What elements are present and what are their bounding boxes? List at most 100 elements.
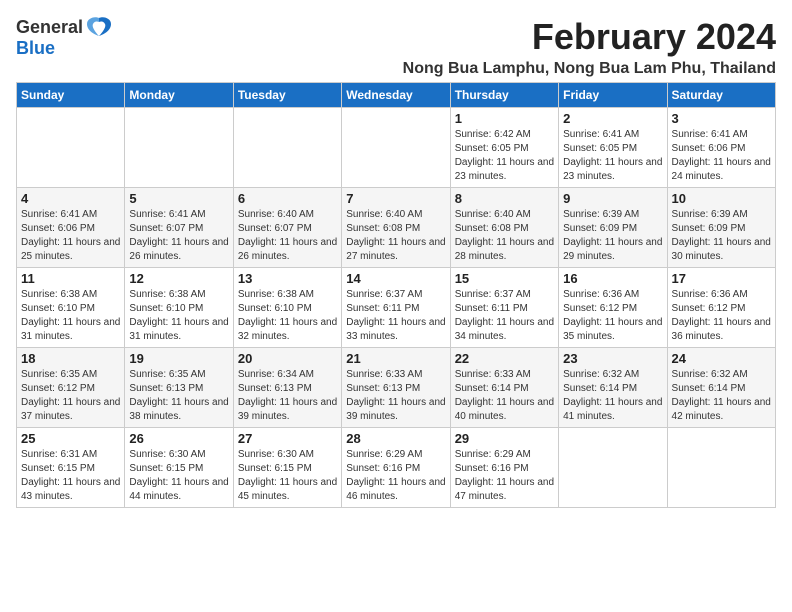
day-number: 24 bbox=[672, 351, 771, 366]
cell-content: 17 Sunrise: 6:36 AM Sunset: 6:12 PM Dayli… bbox=[672, 271, 771, 344]
day-number: 4 bbox=[21, 191, 120, 206]
cell-detail: Sunrise: 6:35 AM Sunset: 6:12 PM Dayligh… bbox=[21, 368, 120, 424]
cell-detail: Sunrise: 6:41 AM Sunset: 6:07 PM Dayligh… bbox=[129, 208, 228, 264]
day-number: 7 bbox=[346, 191, 445, 206]
calendar-cell: 10 Sunrise: 6:39 AM Sunset: 6:09 PM Dayli… bbox=[667, 188, 775, 268]
cell-content: 13Sunrise: 6:38 AM Sunset: 6:10 PM Dayli… bbox=[238, 271, 337, 344]
cell-detail: Sunrise: 6:34 AM Sunset: 6:13 PM Dayligh… bbox=[238, 368, 337, 424]
cell-content: 23 Sunrise: 6:32 AM Sunset: 6:14 PM Dayli… bbox=[563, 351, 662, 424]
cell-content: 20 Sunrise: 6:34 AM Sunset: 6:13 PM Dayli… bbox=[238, 351, 337, 424]
calendar-cell bbox=[559, 428, 667, 508]
calendar-cell: 8Sunrise: 6:40 AM Sunset: 6:08 PM Daylig… bbox=[450, 188, 558, 268]
weekday-header-wednesday: Wednesday bbox=[342, 83, 450, 108]
cell-content: 7 Sunrise: 6:40 AM Sunset: 6:08 PM Daylig… bbox=[346, 191, 445, 264]
calendar-cell: 7 Sunrise: 6:40 AM Sunset: 6:08 PM Daylig… bbox=[342, 188, 450, 268]
day-number: 2 bbox=[563, 111, 662, 126]
cell-content: 6 Sunrise: 6:40 AM Sunset: 6:07 PM Daylig… bbox=[238, 191, 337, 264]
cell-content: 1 Sunrise: 6:42 AM Sunset: 6:05 PM Daylig… bbox=[455, 111, 554, 184]
cell-content: 9 Sunrise: 6:39 AM Sunset: 6:09 PM Daylig… bbox=[563, 191, 662, 264]
day-number: 25 bbox=[21, 431, 120, 446]
day-number: 16 bbox=[563, 271, 662, 286]
cell-content: 27Sunrise: 6:30 AM Sunset: 6:15 PM Dayli… bbox=[238, 431, 337, 504]
cell-detail: Sunrise: 6:30 AM Sunset: 6:15 PM Dayligh… bbox=[129, 448, 228, 504]
weekday-header-row: SundayMondayTuesdayWednesdayThursdayFrid… bbox=[17, 83, 776, 108]
cell-detail: Sunrise: 6:40 AM Sunset: 6:08 PM Dayligh… bbox=[346, 208, 445, 264]
cell-content: 22Sunrise: 6:33 AM Sunset: 6:14 PM Dayli… bbox=[455, 351, 554, 424]
calendar-cell bbox=[233, 108, 341, 188]
weekday-header-saturday: Saturday bbox=[667, 83, 775, 108]
logo-bird-icon bbox=[85, 16, 113, 38]
day-number: 20 bbox=[238, 351, 337, 366]
cell-detail: Sunrise: 6:38 AM Sunset: 6:10 PM Dayligh… bbox=[129, 288, 228, 344]
calendar-cell: 24 Sunrise: 6:32 AM Sunset: 6:14 PM Dayli… bbox=[667, 348, 775, 428]
cell-detail: Sunrise: 6:30 AM Sunset: 6:15 PM Dayligh… bbox=[238, 448, 337, 504]
calendar-cell: 6 Sunrise: 6:40 AM Sunset: 6:07 PM Daylig… bbox=[233, 188, 341, 268]
cell-detail: Sunrise: 6:33 AM Sunset: 6:14 PM Dayligh… bbox=[455, 368, 554, 424]
cell-content: 14Sunrise: 6:37 AM Sunset: 6:11 PM Dayli… bbox=[346, 271, 445, 344]
day-number: 17 bbox=[672, 271, 771, 286]
cell-detail: Sunrise: 6:29 AM Sunset: 6:16 PM Dayligh… bbox=[346, 448, 445, 504]
cell-content: 2Sunrise: 6:41 AM Sunset: 6:05 PM Daylig… bbox=[563, 111, 662, 184]
day-number: 10 bbox=[672, 191, 771, 206]
calendar-cell: 18Sunrise: 6:35 AM Sunset: 6:12 PM Dayli… bbox=[17, 348, 125, 428]
day-number: 9 bbox=[563, 191, 662, 206]
weekday-header-tuesday: Tuesday bbox=[233, 83, 341, 108]
cell-content: 24 Sunrise: 6:32 AM Sunset: 6:14 PM Dayli… bbox=[672, 351, 771, 424]
day-number: 6 bbox=[238, 191, 337, 206]
day-number: 23 bbox=[563, 351, 662, 366]
cell-detail: Sunrise: 6:42 AM Sunset: 6:05 PM Dayligh… bbox=[455, 128, 554, 184]
day-number: 12 bbox=[129, 271, 228, 286]
cell-detail: Sunrise: 6:32 AM Sunset: 6:14 PM Dayligh… bbox=[563, 368, 662, 424]
cell-content: 16Sunrise: 6:36 AM Sunset: 6:12 PM Dayli… bbox=[563, 271, 662, 344]
calendar-cell: 13Sunrise: 6:38 AM Sunset: 6:10 PM Dayli… bbox=[233, 268, 341, 348]
day-number: 21 bbox=[346, 351, 445, 366]
cell-content: 21 Sunrise: 6:33 AM Sunset: 6:13 PM Dayli… bbox=[346, 351, 445, 424]
calendar-cell: 22Sunrise: 6:33 AM Sunset: 6:14 PM Dayli… bbox=[450, 348, 558, 428]
logo-blue: Blue bbox=[16, 38, 55, 59]
calendar-cell: 27Sunrise: 6:30 AM Sunset: 6:15 PM Dayli… bbox=[233, 428, 341, 508]
day-number: 26 bbox=[129, 431, 228, 446]
sub-title: Nong Bua Lamphu, Nong Bua Lam Phu, Thail… bbox=[113, 60, 776, 78]
logo: General Blue bbox=[16, 16, 113, 59]
cell-detail: Sunrise: 6:33 AM Sunset: 6:13 PM Dayligh… bbox=[346, 368, 445, 424]
cell-detail: Sunrise: 6:40 AM Sunset: 6:07 PM Dayligh… bbox=[238, 208, 337, 264]
calendar-cell: 17 Sunrise: 6:36 AM Sunset: 6:12 PM Dayli… bbox=[667, 268, 775, 348]
day-number: 19 bbox=[129, 351, 228, 366]
cell-detail: Sunrise: 6:41 AM Sunset: 6:06 PM Dayligh… bbox=[21, 208, 120, 264]
calendar-cell: 4 Sunrise: 6:41 AM Sunset: 6:06 PM Daylig… bbox=[17, 188, 125, 268]
cell-detail: Sunrise: 6:32 AM Sunset: 6:14 PM Dayligh… bbox=[672, 368, 771, 424]
cell-detail: Sunrise: 6:35 AM Sunset: 6:13 PM Dayligh… bbox=[129, 368, 228, 424]
cell-detail: Sunrise: 6:40 AM Sunset: 6:08 PM Dayligh… bbox=[455, 208, 554, 264]
day-number: 3 bbox=[672, 111, 771, 126]
cell-detail: Sunrise: 6:37 AM Sunset: 6:11 PM Dayligh… bbox=[346, 288, 445, 344]
calendar-cell: 20 Sunrise: 6:34 AM Sunset: 6:13 PM Dayli… bbox=[233, 348, 341, 428]
calendar-row-3: 18Sunrise: 6:35 AM Sunset: 6:12 PM Dayli… bbox=[17, 348, 776, 428]
cell-content: 18Sunrise: 6:35 AM Sunset: 6:12 PM Dayli… bbox=[21, 351, 120, 424]
cell-detail: Sunrise: 6:39 AM Sunset: 6:09 PM Dayligh… bbox=[672, 208, 771, 264]
calendar-cell: 26 Sunrise: 6:30 AM Sunset: 6:15 PM Dayli… bbox=[125, 428, 233, 508]
calendar-row-1: 4 Sunrise: 6:41 AM Sunset: 6:06 PM Daylig… bbox=[17, 188, 776, 268]
calendar-cell: 15Sunrise: 6:37 AM Sunset: 6:11 PM Dayli… bbox=[450, 268, 558, 348]
cell-content: 3 Sunrise: 6:41 AM Sunset: 6:06 PM Daylig… bbox=[672, 111, 771, 184]
day-number: 1 bbox=[455, 111, 554, 126]
cell-content: 26 Sunrise: 6:30 AM Sunset: 6:15 PM Dayli… bbox=[129, 431, 228, 504]
weekday-header-sunday: Sunday bbox=[17, 83, 125, 108]
calendar-cell: 12 Sunrise: 6:38 AM Sunset: 6:10 PM Dayli… bbox=[125, 268, 233, 348]
calendar-cell: 11Sunrise: 6:38 AM Sunset: 6:10 PM Dayli… bbox=[17, 268, 125, 348]
calendar-cell: 2Sunrise: 6:41 AM Sunset: 6:05 PM Daylig… bbox=[559, 108, 667, 188]
calendar-table: SundayMondayTuesdayWednesdayThursdayFrid… bbox=[16, 82, 776, 508]
cell-content: 12 Sunrise: 6:38 AM Sunset: 6:10 PM Dayli… bbox=[129, 271, 228, 344]
cell-detail: Sunrise: 6:36 AM Sunset: 6:12 PM Dayligh… bbox=[672, 288, 771, 344]
calendar-cell bbox=[17, 108, 125, 188]
header: General Blue February 2024 Nong Bua Lamp… bbox=[16, 16, 776, 78]
cell-detail: Sunrise: 6:39 AM Sunset: 6:09 PM Dayligh… bbox=[563, 208, 662, 264]
cell-detail: Sunrise: 6:41 AM Sunset: 6:06 PM Dayligh… bbox=[672, 128, 771, 184]
day-number: 11 bbox=[21, 271, 120, 286]
day-number: 13 bbox=[238, 271, 337, 286]
calendar-cell: 9 Sunrise: 6:39 AM Sunset: 6:09 PM Daylig… bbox=[559, 188, 667, 268]
calendar-cell: 1 Sunrise: 6:42 AM Sunset: 6:05 PM Daylig… bbox=[450, 108, 558, 188]
calendar-cell: 23 Sunrise: 6:32 AM Sunset: 6:14 PM Dayli… bbox=[559, 348, 667, 428]
calendar-cell: 5Sunrise: 6:41 AM Sunset: 6:07 PM Daylig… bbox=[125, 188, 233, 268]
weekday-header-friday: Friday bbox=[559, 83, 667, 108]
cell-detail: Sunrise: 6:31 AM Sunset: 6:15 PM Dayligh… bbox=[21, 448, 120, 504]
